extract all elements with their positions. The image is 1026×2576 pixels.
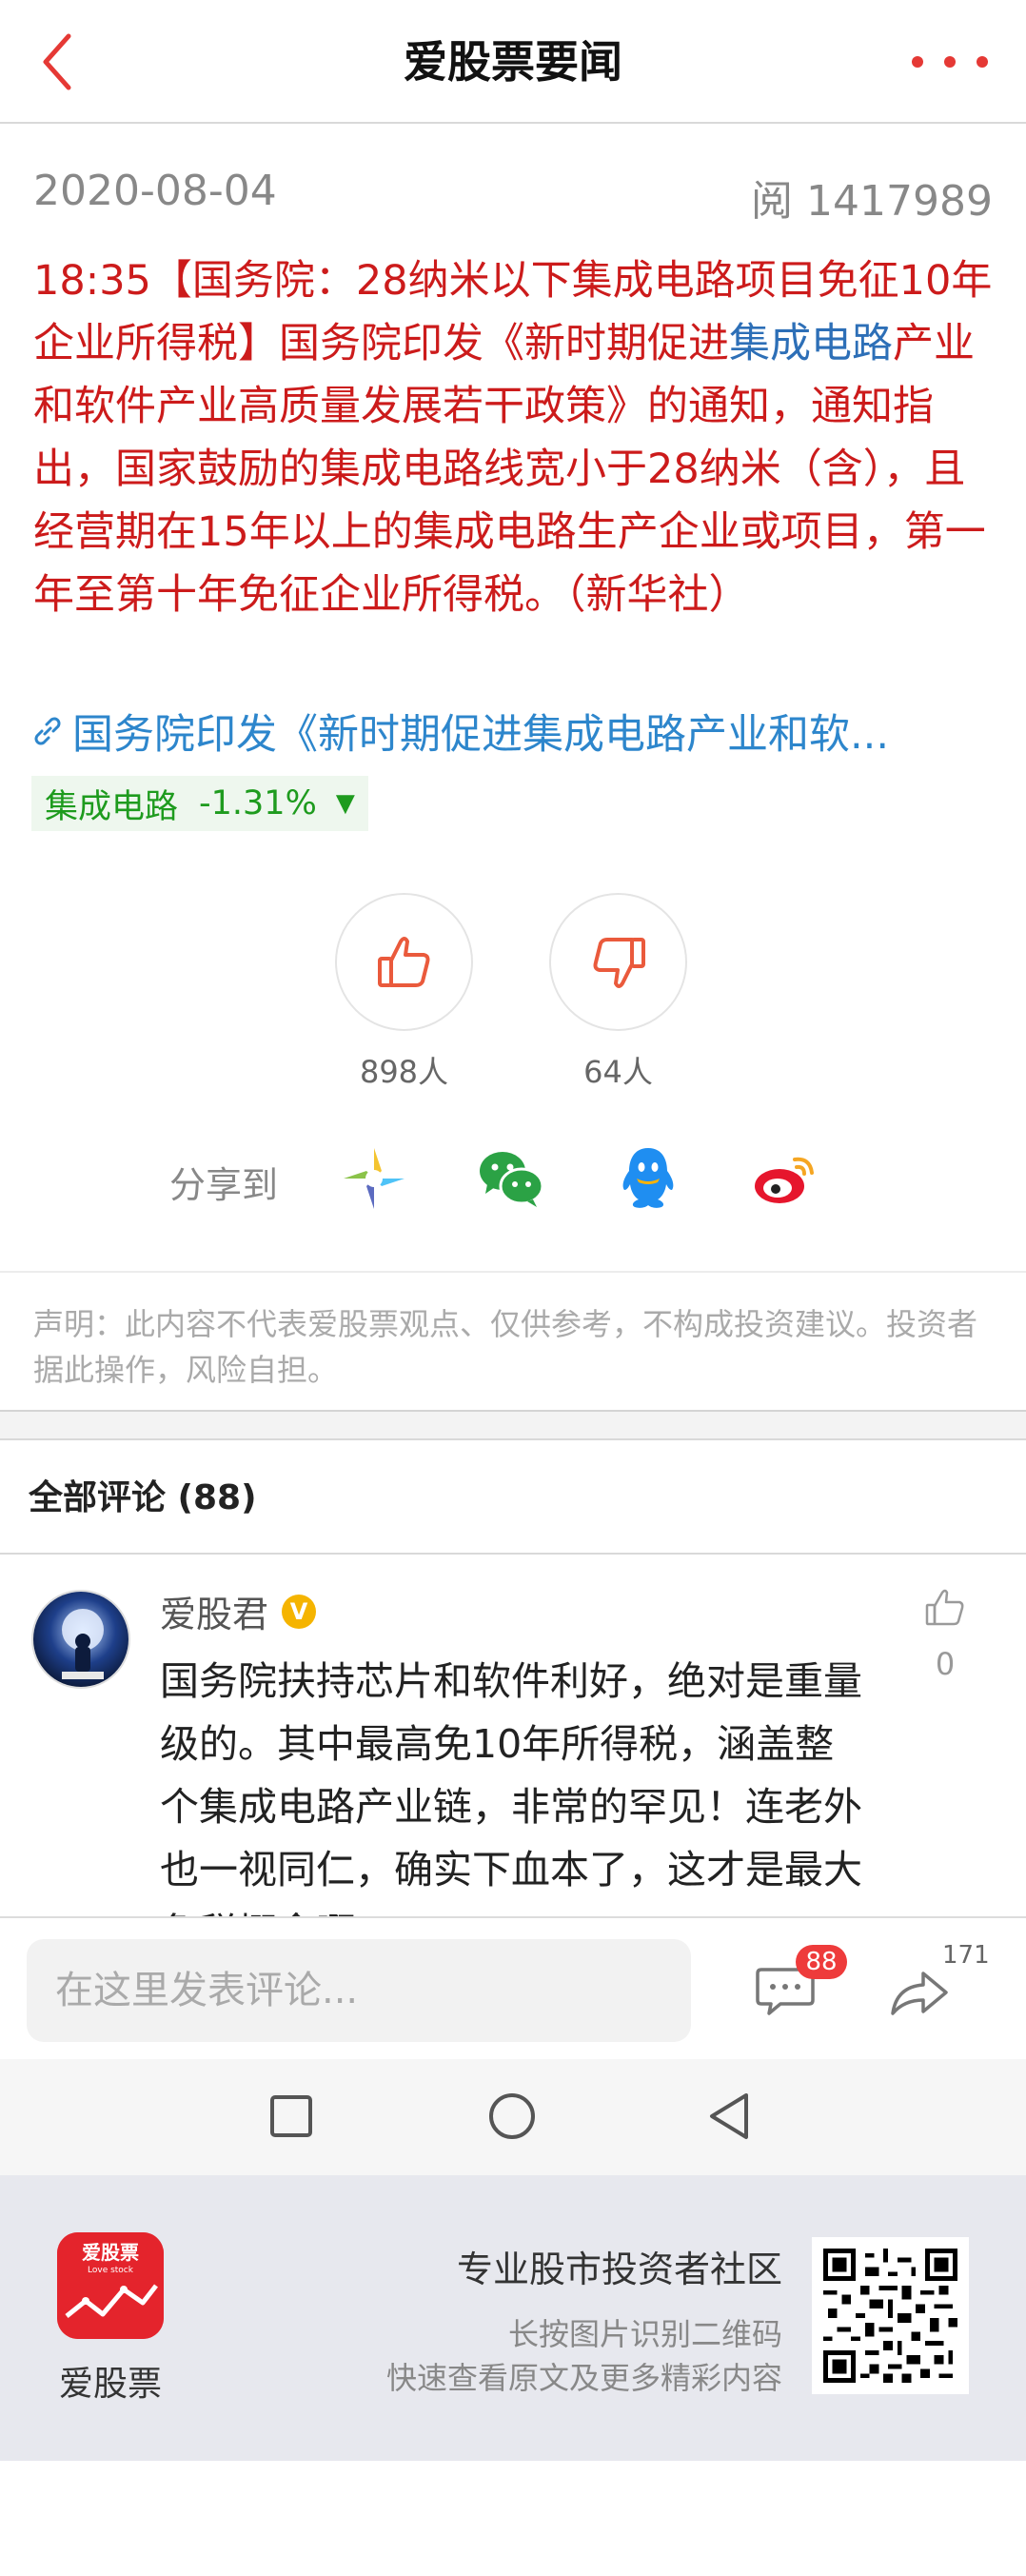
comment-item: 爱股君 V 国务院扶持芯片和软件利好，绝对是重量级的。其中最高免10年所得税，涵… xyxy=(0,1556,1026,1916)
wechat-icon xyxy=(480,1152,544,1207)
more-dots-icon xyxy=(912,56,923,68)
thumbs-down-icon xyxy=(593,937,645,988)
moments-icon xyxy=(344,1148,404,1209)
article-meta: 2020-08-04 阅 1417989 xyxy=(33,167,993,226)
stock-keyword-link[interactable]: 集成电路 xyxy=(729,320,893,367)
thumbs-up-icon xyxy=(377,936,429,987)
share-label: 分享到 xyxy=(169,1164,279,1206)
share-wechat-button[interactable] xyxy=(474,1142,546,1215)
comment-like-button[interactable]: 0 xyxy=(917,1585,974,1682)
recent-apps-button[interactable] xyxy=(263,2088,320,2145)
thumbs-up-icon xyxy=(925,1589,964,1626)
square-icon xyxy=(270,2095,312,2137)
comments-header: 全部评论 (88) xyxy=(0,1442,1026,1555)
stock-name: 集成电路 xyxy=(45,787,179,826)
circle-icon xyxy=(489,2093,535,2139)
upvote-button[interactable] xyxy=(335,893,473,1031)
qr-hint-1: 长按图片识别二维码 xyxy=(507,2316,782,2352)
downvote: 64人 xyxy=(549,893,687,1092)
share-count: 171 xyxy=(942,1941,990,1970)
more-options-button[interactable] xyxy=(912,43,988,81)
share-row: 分享到 xyxy=(0,1142,1026,1219)
comment-like-count: 0 xyxy=(935,1646,956,1682)
brand-name: 爱股票 xyxy=(58,2365,162,2404)
source-link-text: 国务院印发《新时期促进集成电路产业和软... xyxy=(72,711,890,759)
stock-tag[interactable]: 集成电路 -1.31% ▼ xyxy=(31,776,368,831)
svg-text:爱股票: 爱股票 xyxy=(82,2241,139,2264)
read-count: 阅 1417989 xyxy=(751,177,993,226)
share-weibo-button[interactable] xyxy=(749,1142,821,1215)
system-nav-bar xyxy=(0,2059,1026,2175)
verified-badge-icon: V xyxy=(282,1594,317,1629)
qr-hint-2: 快速查看原文及更多精彩内容 xyxy=(385,2360,782,2396)
share-moments-button[interactable] xyxy=(338,1142,410,1215)
upvote: 898人 xyxy=(335,893,473,1092)
qq-icon xyxy=(622,1148,674,1208)
qr-code-icon xyxy=(823,2249,957,2383)
system-back-button[interactable] xyxy=(700,2088,758,2145)
comment-input[interactable] xyxy=(27,1939,691,2042)
comment-count-badge: 88 xyxy=(796,1945,847,1979)
qr-code xyxy=(812,2237,969,2394)
source-link[interactable]: 国务院印发《新时期促进集成电路产业和软... xyxy=(29,703,990,760)
upvote-count: 898人 xyxy=(359,1054,449,1090)
article-date: 2020-08-04 xyxy=(33,167,277,215)
home-button[interactable] xyxy=(483,2088,541,2145)
downvote-count: 64人 xyxy=(583,1054,653,1090)
article-body: 18:35【国务院：28纳米以下集成电路项目免征10年企业所得税】国务院印发《新… xyxy=(33,257,993,619)
disclaimer: 声明：此内容不代表爱股票观点、仅供参考，不构成投资建议。投资者据此操作，风险自担… xyxy=(0,1271,1026,1412)
down-arrow-icon: ▼ xyxy=(335,789,355,818)
avatar[interactable] xyxy=(31,1590,130,1689)
comment-input-bar: 88 171 xyxy=(0,1916,1026,2059)
comment-body: 国务院扶持芯片和软件利好，绝对是重量级的。其中最高免10年所得税，涵盖整个集成电… xyxy=(160,1658,862,1916)
promo-tagline: 专业股市投资者社区 xyxy=(456,2249,782,2290)
share-qq-button[interactable] xyxy=(612,1142,684,1215)
triangle-back-icon xyxy=(710,2093,748,2139)
page-title: 爱股票要闻 xyxy=(404,36,622,88)
app-logo: 爱股票 Love stock xyxy=(57,2232,164,2339)
section-divider xyxy=(0,1412,1026,1440)
link-icon xyxy=(34,717,61,745)
weibo-icon xyxy=(755,1157,814,1203)
page-bottom-space xyxy=(0,2461,1026,2576)
stock-change: -1.31% xyxy=(199,784,317,822)
top-nav-bar: 爱股票要闻 xyxy=(0,0,1026,124)
svg-text:Love stock: Love stock xyxy=(88,2266,134,2275)
promo-footer: 爱股票 Love stock 爱股票 专业股市投资者社区 长按图片识别二维码 快… xyxy=(0,2175,1026,2461)
comment-username[interactable]: 爱股君 V xyxy=(160,1585,317,1637)
downvote-button[interactable] xyxy=(549,893,687,1031)
